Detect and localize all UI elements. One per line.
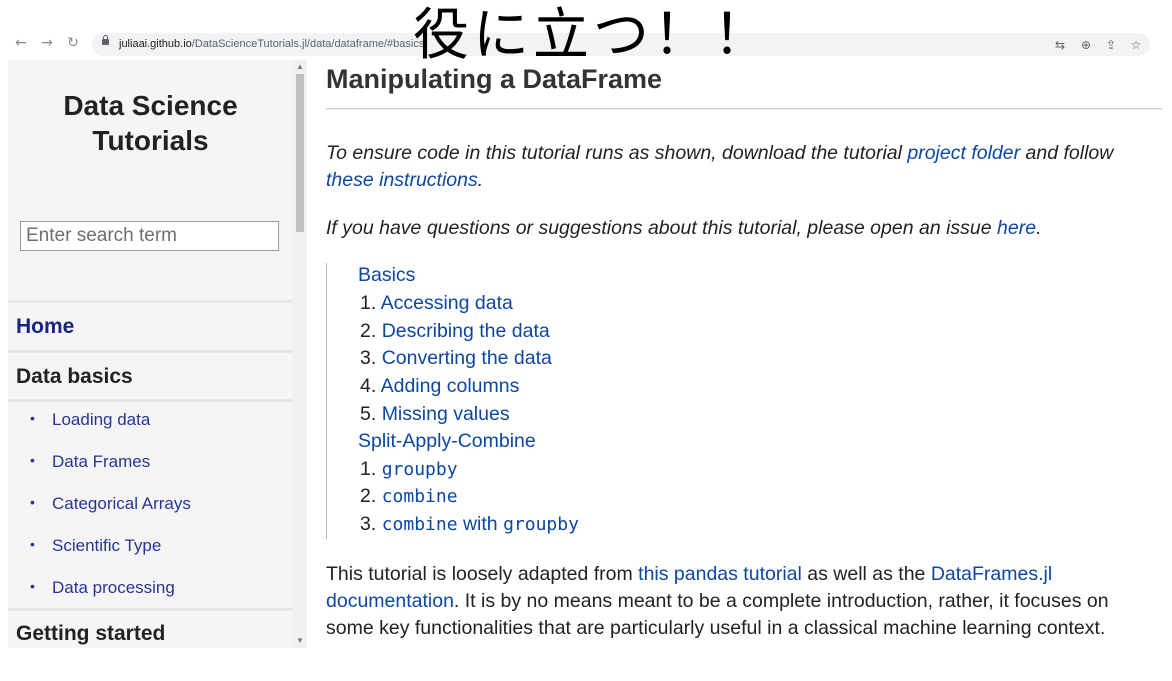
url-text: juliaai.github.io/DataScienceTutorials.j…: [119, 38, 425, 50]
search-box: [20, 221, 279, 251]
sidebar-item-loading-data[interactable]: Loading data: [52, 410, 150, 430]
lock-icon: [102, 35, 109, 45]
sidebar-item-scientific-type[interactable]: Scientific Type: [52, 536, 161, 556]
back-arrow-icon[interactable]: ←: [12, 34, 30, 52]
bookmark-star-icon[interactable]: ☆: [1128, 37, 1144, 53]
toc-item: 1. Accessing data: [360, 292, 513, 314]
questions-paragraph: If you have questions or suggestions abo…: [326, 217, 1042, 239]
sidebar-item-categorical-arrays[interactable]: Categorical Arrays: [52, 494, 191, 514]
toc-heading-split-apply-combine[interactable]: Split-Apply-Combine: [358, 430, 536, 453]
toc-item: 3. combine with groupby: [360, 513, 579, 535]
toc-item: 4. Adding columns: [360, 375, 520, 397]
bullet-icon: •: [30, 494, 35, 510]
bullet-icon: •: [30, 452, 35, 468]
page-title: Manipulating a DataFrame: [326, 64, 663, 94]
forward-arrow-icon[interactable]: →: [38, 34, 56, 52]
table-of-contents: Basics 1. Accessing data 2. Describing t…: [326, 263, 627, 539]
documentation-link[interactable]: documentation: [326, 590, 454, 612]
issue-here-link[interactable]: here: [997, 217, 1036, 239]
translate-icon[interactable]: ⇆: [1052, 37, 1068, 53]
sidebar-item-data-processing[interactable]: Data processing: [52, 578, 175, 598]
overlay-caption: 役に立つ！！: [413, 3, 773, 68]
reload-icon[interactable]: ↻: [64, 34, 82, 52]
title-divider: [326, 108, 1162, 110]
toc-link-combine[interactable]: combine: [382, 486, 458, 507]
bullet-icon: •: [30, 536, 35, 552]
toc-link-missing-values[interactable]: Missing values: [382, 403, 510, 425]
bullet-icon: •: [30, 410, 35, 426]
scroll-thumb[interactable]: [296, 74, 304, 232]
scroll-up-arrow-icon[interactable]: ▲: [295, 62, 305, 72]
project-folder-link[interactable]: project folder: [907, 142, 1020, 164]
zoom-icon[interactable]: ⊕: [1078, 37, 1094, 53]
toc-heading-basics[interactable]: Basics: [358, 264, 415, 287]
scroll-down-arrow-icon[interactable]: ▼: [295, 636, 305, 646]
toc-link-groupby[interactable]: groupby: [382, 459, 458, 480]
toc-link-accessing-data[interactable]: Accessing data: [381, 292, 513, 314]
toc-link-converting-data[interactable]: Converting the data: [382, 347, 552, 369]
menu-divider: [8, 350, 293, 353]
sidebar-section-data-basics[interactable]: Data basics: [16, 365, 133, 389]
these-instructions-link[interactable]: these instructions: [326, 169, 478, 191]
sidebar-section-getting-started[interactable]: Getting started: [16, 622, 165, 646]
intro-paragraph: To ensure code in this tutorial runs as …: [326, 142, 1114, 191]
toc-item: 1. groupby: [360, 458, 458, 480]
toc-link-adding-columns[interactable]: Adding columns: [381, 375, 520, 397]
outro-paragraph: This tutorial is loosely adapted from th…: [326, 563, 1109, 639]
sidebar-scrollbar[interactable]: ▲ ▼: [293, 60, 307, 648]
bullet-icon: •: [30, 578, 35, 594]
toc-item: 2. Describing the data: [360, 320, 550, 342]
sidebar: Data Science Tutorials Home Data basics …: [8, 60, 293, 648]
sidebar-item-data-frames[interactable]: Data Frames: [52, 452, 150, 472]
share-icon[interactable]: ⇪: [1103, 37, 1119, 53]
search-input[interactable]: [21, 222, 278, 250]
toc-item: 3. Converting the data: [360, 347, 552, 369]
site-title[interactable]: Data Science Tutorials: [8, 88, 293, 158]
toc-link-describing-data[interactable]: Describing the data: [382, 320, 550, 342]
menu-divider: [8, 608, 293, 611]
menu-divider: [8, 300, 293, 303]
toc-link-combine-with-groupby[interactable]: combine with groupby: [382, 513, 579, 535]
pandas-tutorial-link[interactable]: this pandas tutorial: [638, 563, 802, 585]
sidebar-item-home[interactable]: Home: [16, 315, 74, 339]
toc-item: 2. combine: [360, 485, 458, 507]
dataframes-jl-link[interactable]: DataFrames.jl: [931, 563, 1052, 585]
menu-divider: [8, 399, 293, 402]
toc-item: 5. Missing values: [360, 403, 510, 425]
